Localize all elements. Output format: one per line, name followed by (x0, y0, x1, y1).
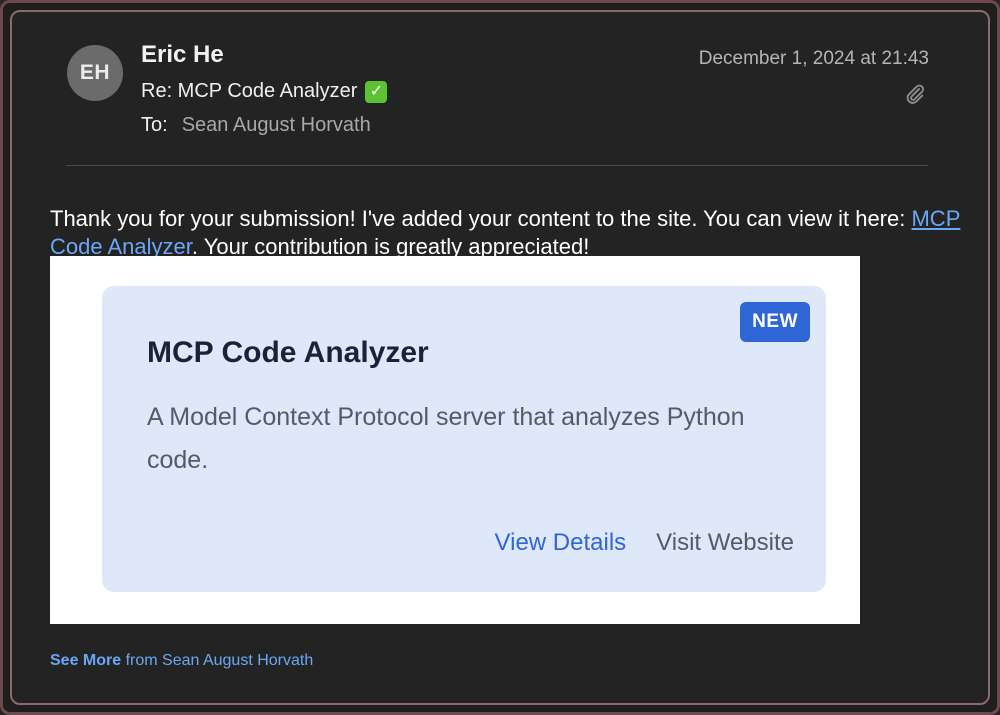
card-description: A Model Context Protocol server that ana… (147, 403, 745, 474)
header-divider (66, 165, 928, 166)
visit-website-link[interactable]: Visit Website (656, 529, 794, 557)
subject-text: Re: MCP Code Analyzer (141, 80, 358, 102)
email-view: EH Eric He Re: MCP Code Analyzer ✓ To: S… (10, 10, 990, 705)
see-more-footer: See More from Sean August Horvath (50, 652, 313, 670)
see-more-link[interactable]: See More (50, 652, 121, 669)
message-text-start: Thank you for your submission! I've adde… (50, 206, 912, 231)
window-frame: EH Eric He Re: MCP Code Analyzer ✓ To: S… (0, 0, 1000, 715)
check-mark-icon: ✓ (365, 80, 388, 103)
recipient-name[interactable]: Sean August Horvath (182, 114, 371, 137)
sender-name: Eric He (141, 41, 224, 68)
embedded-preview: NEW MCP Code Analyzer A Model Context Pr… (50, 256, 860, 624)
card-title: MCP Code Analyzer (147, 336, 429, 369)
subject-line: Re: MCP Code Analyzer ✓ (141, 80, 388, 103)
to-label: To: (141, 114, 168, 136)
sent-date: December 1, 2024 at 21:43 (698, 48, 929, 69)
project-card: NEW MCP Code Analyzer A Model Context Pr… (102, 286, 826, 592)
message-body: Thank you for your submission! I've adde… (50, 205, 970, 261)
paperclip-icon[interactable] (904, 82, 926, 106)
view-details-link[interactable]: View Details (495, 529, 627, 557)
card-actions: View Details Visit Website (495, 529, 794, 557)
recipient-row: To: Sean August Horvath (141, 114, 371, 137)
avatar: EH (67, 45, 123, 101)
new-badge: NEW (740, 302, 810, 342)
see-more-from: from Sean August Horvath (121, 652, 314, 669)
